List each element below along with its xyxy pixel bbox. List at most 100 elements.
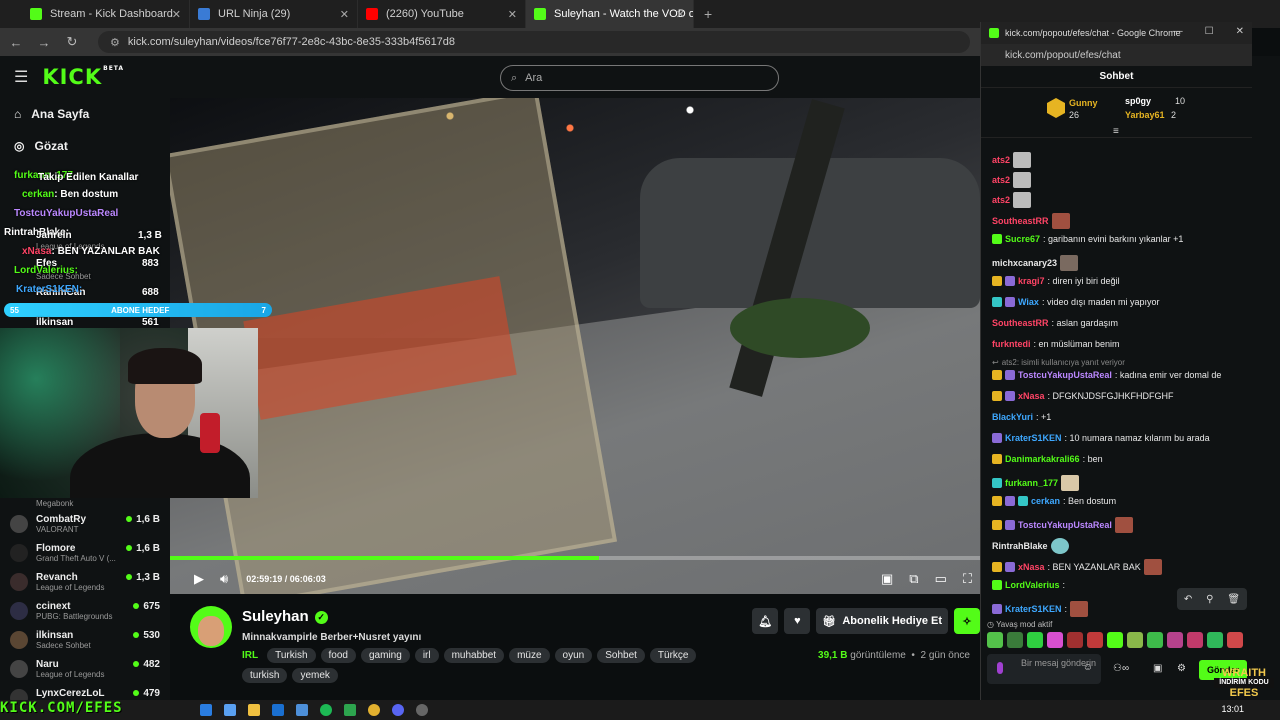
chat-username[interactable]: michxcanary23 <box>992 258 1057 268</box>
chat-username[interactable]: ats2 <box>992 155 1010 165</box>
new-tab-plus-icon[interactable]: + <box>704 6 712 22</box>
hamburger-menu-icon[interactable]: ☰ <box>14 67 28 87</box>
volume-icon[interactable]: 🔊︎ <box>220 571 228 587</box>
emote[interactable] <box>1107 632 1123 648</box>
chat-username[interactable]: xNasa <box>1018 391 1045 401</box>
maximize-icon[interactable]: ☐ <box>1205 26 1214 37</box>
search-input[interactable]: ⌕ Ara <box>500 65 779 91</box>
emote[interactable] <box>1187 632 1203 648</box>
tag[interactable]: irl <box>414 648 439 663</box>
emote[interactable] <box>1147 632 1163 648</box>
taskbar-edge-icon[interactable] <box>200 704 212 716</box>
subscribe-button[interactable]: ✧ <box>954 608 980 634</box>
sidebar-channel-megabonk[interactable]: Megabonk <box>10 499 160 508</box>
trash-icon[interactable]: 🗑︎ <box>1227 594 1240 605</box>
chat-username[interactable]: Wiax <box>1018 297 1039 307</box>
emote[interactable] <box>1127 632 1143 648</box>
tag[interactable]: turkish <box>242 668 288 683</box>
video-player[interactable]: ▶ 🔊︎ 02:59:19 / 06:06:03 ▣ ⧉ ▭ ⛶ <box>170 98 980 594</box>
sidebar-channel[interactable]: Revanch League of Legends 1,3 B <box>10 572 160 592</box>
chat-input[interactable]: Bir mesaj gönderin ☺ <box>987 654 1101 684</box>
url-input[interactable]: ⚙ kick.com/suleyhan/videos/fce76f77-2e8c… <box>98 31 970 53</box>
chat-username[interactable]: xNasa <box>1018 562 1045 572</box>
pin-icon[interactable]: ⚲ <box>1206 594 1213 605</box>
minimize-icon[interactable]: — <box>1173 26 1183 37</box>
taskbar-explorer-icon[interactable] <box>248 704 260 716</box>
streamer-avatar[interactable] <box>190 606 232 648</box>
tag[interactable]: oyun <box>554 648 593 663</box>
tag[interactable]: müze <box>509 648 550 663</box>
taskbar-app-icon[interactable] <box>416 704 428 716</box>
tag[interactable]: gaming <box>361 648 410 663</box>
sidebar-channel[interactable]: ilkinsan Sadece Sohbet 530 <box>10 630 160 650</box>
chat-username[interactable]: SoutheastRR <box>992 318 1049 328</box>
chat-username[interactable]: cerkan <box>1031 496 1060 506</box>
chat-username[interactable]: ats2 <box>992 195 1010 205</box>
tab-suleyhan-vod[interactable]: Suleyhan - Watch the VOD on K✕ <box>526 0 694 28</box>
collapse-chevron-icon[interactable]: ≡ <box>1113 126 1119 137</box>
sidebar-channel[interactable]: CombatRy VALORANT 1,6 B <box>10 514 160 534</box>
chat-username[interactable]: Sucre67 <box>1005 234 1040 244</box>
close-icon[interactable]: ✕ <box>508 8 517 21</box>
tab-url-ninja[interactable]: URL Ninja (29) ✕ <box>190 0 358 28</box>
taskbar-spotify-icon[interactable] <box>320 704 332 716</box>
close-icon[interactable]: ✕ <box>676 8 685 21</box>
forward-arrow-icon[interactable]: → <box>36 35 52 50</box>
chat-username[interactable]: ats2 <box>992 175 1010 185</box>
tag[interactable]: Sohbet <box>597 648 645 663</box>
reload-icon[interactable]: ↻ <box>64 34 80 50</box>
emote[interactable] <box>1167 632 1183 648</box>
emoji-picker-icon[interactable]: ☺ <box>1083 662 1093 673</box>
seek-bar[interactable] <box>170 556 980 560</box>
taskbar-app-icon[interactable] <box>296 704 308 716</box>
users-icon[interactable]: ⚇∞ <box>1113 663 1129 674</box>
close-icon[interactable]: ✕ <box>340 8 349 21</box>
chat-username[interactable]: SoutheastRR <box>992 216 1049 226</box>
play-icon[interactable]: ▶ <box>194 571 204 587</box>
tab-kick-dashboard[interactable]: Stream - Kick Dashboard ✕ <box>22 0 190 28</box>
chat-username[interactable]: furkntedi <box>992 339 1031 349</box>
tag[interactable]: yemek <box>292 668 338 683</box>
gear-icon[interactable]: ⚙ <box>1177 663 1186 674</box>
chat-username[interactable]: Danimarkakrali66 <box>1005 454 1080 464</box>
sidebar-channel[interactable]: Naru League of Legends 482 <box>10 659 160 679</box>
taskbar-copilot-icon[interactable] <box>224 704 236 716</box>
sidebar-item-browse[interactable]: ◎ Gözat <box>0 130 170 162</box>
chat-username[interactable]: kragi7 <box>1018 276 1045 286</box>
chat-username[interactable]: KraterS1KEN <box>1005 604 1062 614</box>
emote[interactable] <box>1027 632 1043 648</box>
category-link[interactable]: IRL <box>242 648 262 663</box>
tag[interactable]: Turkish <box>267 648 316 663</box>
emote[interactable] <box>1207 632 1223 648</box>
clip-icon[interactable]: ▣ <box>881 571 893 587</box>
notification-bell-button[interactable]: 🔔︎ <box>752 608 779 634</box>
sidebar-channel[interactable]: Flomore Grand Theft Auto V (... 1,6 B <box>10 543 160 563</box>
popup-url-bar[interactable]: kick.com/popout/efes/chat <box>981 44 1252 66</box>
follow-heart-button[interactable]: ♥ <box>784 608 811 634</box>
kick-logo[interactable]: KICKBETA <box>42 65 124 89</box>
emote[interactable] <box>1227 632 1243 648</box>
undo-icon[interactable]: ↶ <box>1184 594 1192 605</box>
sidebar-item-home[interactable]: ⌂ Ana Sayfa <box>0 98 170 130</box>
tab-youtube[interactable]: (2260) YouTube ✕ <box>358 0 526 28</box>
close-icon[interactable]: ✕ <box>1236 26 1244 37</box>
gifter-name[interactable]: sp0gy <box>1125 96 1151 106</box>
fullscreen-icon[interactable]: ⛶ <box>963 571 972 587</box>
tag[interactable]: muhabbet <box>443 648 505 663</box>
emote[interactable] <box>987 632 1003 648</box>
chat-username[interactable]: TostcuYakupUstaReal <box>1018 370 1112 380</box>
tag[interactable]: food <box>320 648 356 663</box>
taskbar-app-icon[interactable] <box>344 704 356 716</box>
chat-username[interactable]: BlackYuri <box>992 412 1033 422</box>
streamer-name[interactable]: Suleyhan ✓ <box>242 608 328 625</box>
emote[interactable] <box>1047 632 1063 648</box>
gifter-name[interactable]: Yarbay61 <box>1125 110 1165 120</box>
sidebar-channel[interactable]: ccinext PUBG: Battlegrounds 675 <box>10 601 160 621</box>
chat-username[interactable]: KraterS1KEN <box>1005 433 1062 443</box>
gifter-name[interactable]: Gunny <box>1069 98 1098 108</box>
chat-username[interactable]: LordValerius <box>1005 580 1060 590</box>
taskbar-discord-icon[interactable] <box>392 704 404 716</box>
gift-subscription-button[interactable]: 🎁︎ Abonelik Hediye Et <box>816 608 948 634</box>
back-arrow-icon[interactable]: ← <box>8 35 24 50</box>
emote[interactable] <box>1007 632 1023 648</box>
